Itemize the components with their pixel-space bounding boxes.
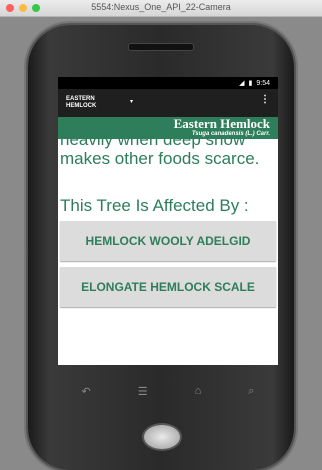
app-bar: EASTERN HEMLOCK ▾ ⋮	[58, 89, 278, 117]
signal-icon: ◢	[239, 80, 245, 87]
app-title-line2: HEMLOCK	[66, 103, 97, 109]
app-title[interactable]: EASTERN HEMLOCK	[66, 96, 106, 110]
tree-description: heavily when deep snow makes other foods…	[60, 130, 260, 168]
device-screen: ◢ ▮ 9:54 EASTERN HEMLOCK ▾ ⋮ Eastern Hem…	[58, 77, 278, 365]
tree-common-name: Eastern Hemlock	[173, 116, 270, 131]
pest-button-elongate-hemlock-scale[interactable]: ELONGATE HEMLOCK SCALE	[60, 267, 276, 307]
trackball-button[interactable]	[142, 423, 182, 451]
status-time: 9:54	[256, 79, 270, 87]
search-icon[interactable]: ⌕	[248, 385, 254, 398]
app-title-line1: EASTERN	[66, 96, 95, 102]
affected-heading: This Tree Is Affected By :	[60, 196, 249, 215]
back-icon[interactable]: ↶	[82, 385, 91, 398]
home-icon[interactable]: ⌂	[195, 385, 202, 397]
hardware-nav-bar: ↶ ☰ ⌂ ⌕	[58, 379, 278, 403]
battery-icon: ▮	[248, 80, 253, 87]
phone-frame: ◢ ▮ 9:54 EASTERN HEMLOCK ▾ ⋮ Eastern Hem…	[28, 25, 294, 470]
status-bar: ◢ ▮ 9:54	[58, 77, 278, 89]
speaker-grille	[128, 43, 194, 51]
pest-button-hemlock-wooly-adelgid[interactable]: HEMLOCK WOOLY ADELGID	[60, 221, 276, 261]
menu-icon[interactable]: ☰	[138, 385, 148, 398]
window-titlebar: 5554:Nexus_One_API_22-Camera	[0, 0, 322, 17]
overflow-menu-icon[interactable]: ⋮	[260, 94, 270, 105]
window-title: 5554:Nexus_One_API_22-Camera	[91, 2, 231, 12]
emulator-stage: ◢ ▮ 9:54 EASTERN HEMLOCK ▾ ⋮ Eastern Hem…	[0, 17, 322, 470]
dropdown-arrow-icon[interactable]: ▾	[130, 98, 133, 105]
